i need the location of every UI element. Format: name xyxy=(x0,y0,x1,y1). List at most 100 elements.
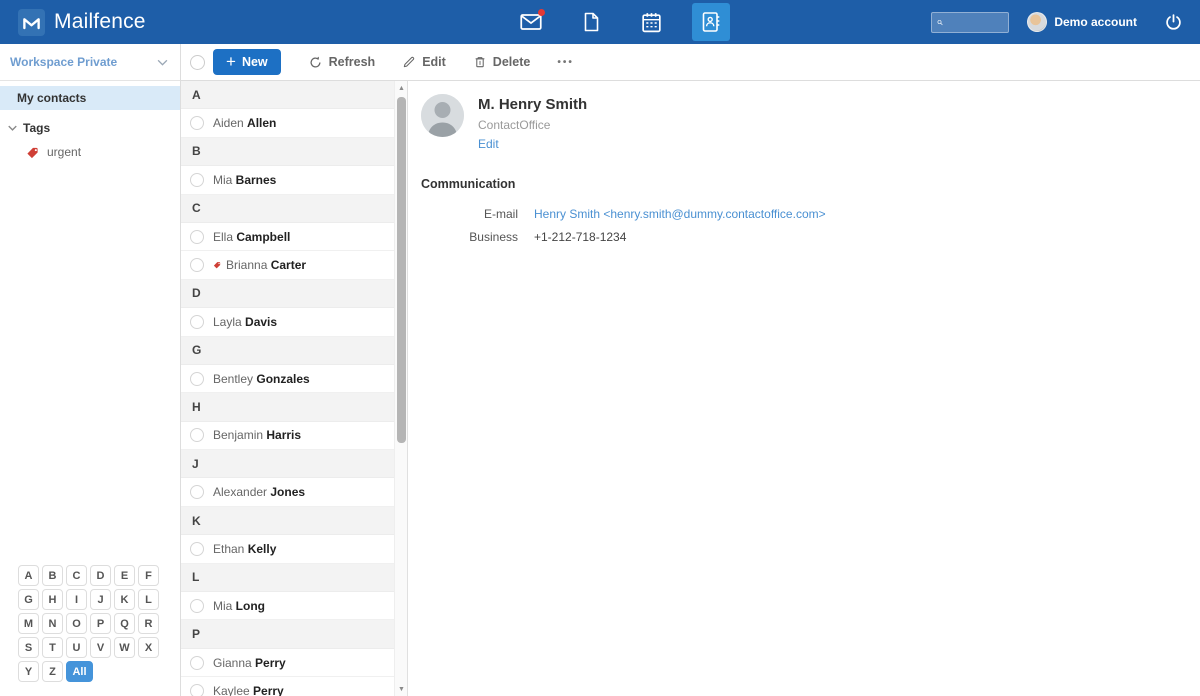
alpha-filter-V[interactable]: V xyxy=(90,637,111,658)
sidebar-tag-urgent[interactable]: urgent xyxy=(0,142,180,162)
search-box[interactable] xyxy=(931,12,1009,33)
content: Workspace Private My contacts Tags urgen… xyxy=(0,44,1200,696)
contact-row-layla-davis[interactable]: Layla Davis xyxy=(181,308,394,336)
contact-name-label: Brianna Carter xyxy=(226,258,306,272)
refresh-button[interactable]: Refresh xyxy=(308,55,376,70)
contact-row-benjamin-harris[interactable]: Benjamin Harris xyxy=(181,422,394,450)
alpha-filter-G[interactable]: G xyxy=(18,589,39,610)
plus-icon: + xyxy=(226,53,236,70)
contact-checkbox[interactable] xyxy=(190,428,204,442)
contact-row-brianna-carter[interactable]: Brianna Carter xyxy=(181,251,394,279)
alpha-filter-H[interactable]: H xyxy=(42,589,63,610)
brand-logo[interactable]: Mailfence xyxy=(0,9,320,36)
alpha-filter-S[interactable]: S xyxy=(18,637,39,658)
alpha-filter-D[interactable]: D xyxy=(90,565,111,586)
alpha-filter-L[interactable]: L xyxy=(138,589,159,610)
contact-checkbox[interactable] xyxy=(190,258,204,272)
nav-contacts-button[interactable] xyxy=(692,3,730,41)
contact-checkbox[interactable] xyxy=(190,173,204,187)
contact-row-kaylee-perry[interactable]: Kaylee Perry xyxy=(181,677,394,696)
contact-checkbox[interactable] xyxy=(190,684,204,696)
scroll-up-arrow[interactable]: ▲ xyxy=(395,81,408,95)
contact-row-gianna-perry[interactable]: Gianna Perry xyxy=(181,649,394,677)
contact-name-label: Benjamin Harris xyxy=(213,428,301,442)
contact-checkbox[interactable] xyxy=(190,542,204,556)
search-input[interactable] xyxy=(947,16,1003,28)
alpha-filter-R[interactable]: R xyxy=(138,613,159,634)
body-row: AAiden AllenBMia BarnesCElla CampbellBri… xyxy=(181,81,1200,696)
contact-row-bentley-gonzales[interactable]: Bentley Gonzales xyxy=(181,365,394,393)
detail-header: M. Henry Smith ContactOffice Edit xyxy=(421,94,1200,153)
sidebar-tags-toggle[interactable]: Tags xyxy=(0,118,180,138)
contact-name-label: Alexander Jones xyxy=(213,485,305,499)
alpha-filter-I[interactable]: I xyxy=(66,589,87,610)
alpha-filter-X[interactable]: X xyxy=(138,637,159,658)
alpha-filter-J[interactable]: J xyxy=(90,589,111,610)
edit-button[interactable]: Edit xyxy=(402,55,446,69)
contact-checkbox[interactable] xyxy=(190,372,204,386)
delete-button[interactable]: Delete xyxy=(473,55,531,69)
contact-checkbox[interactable] xyxy=(190,599,204,613)
logout-button[interactable] xyxy=(1163,12,1184,33)
contact-checkbox[interactable] xyxy=(190,230,204,244)
topbar-nav xyxy=(512,0,730,44)
alphabet-filter: ABCDEF GHIJKL MNOPQR STUVWX YZAll xyxy=(18,565,164,682)
nav-mail-button[interactable] xyxy=(512,3,550,41)
contact-name-label: Ella Campbell xyxy=(213,230,290,244)
alpha-filter-P[interactable]: P xyxy=(90,613,111,634)
nav-calendar-button[interactable] xyxy=(632,3,670,41)
more-actions-button[interactable]: ••• xyxy=(557,57,574,68)
contact-row-ethan-kelly[interactable]: Ethan Kelly xyxy=(181,535,394,563)
detail-header-text: M. Henry Smith ContactOffice Edit xyxy=(478,94,587,153)
contact-row-ella-campbell[interactable]: Ella Campbell xyxy=(181,223,394,251)
alpha-filter-C[interactable]: C xyxy=(66,565,87,586)
sidebar-item-my-contacts[interactable]: My contacts xyxy=(0,86,180,110)
email-link[interactable]: Henry Smith <henry.smith@dummy.contactof… xyxy=(534,207,826,221)
contact-photo xyxy=(421,94,464,137)
alpha-filter-Z[interactable]: Z xyxy=(42,661,63,682)
alpha-filter-F[interactable]: F xyxy=(138,565,159,586)
contact-checkbox[interactable] xyxy=(190,485,204,499)
letter-header-C: C xyxy=(181,195,394,223)
contact-checkbox[interactable] xyxy=(190,315,204,329)
contact-row-mia-barnes[interactable]: Mia Barnes xyxy=(181,166,394,194)
contact-row-mia-long[interactable]: Mia Long xyxy=(181,592,394,620)
new-contact-button[interactable]: + New xyxy=(213,49,281,75)
search-icon xyxy=(937,16,943,29)
alpha-filter-W[interactable]: W xyxy=(114,637,135,658)
select-all-checkbox[interactable] xyxy=(190,55,205,70)
contact-checkbox[interactable] xyxy=(190,116,204,130)
edit-contact-link[interactable]: Edit xyxy=(478,137,499,151)
alpha-filter-E[interactable]: E xyxy=(114,565,135,586)
alpha-filter-U[interactable]: U xyxy=(66,637,87,658)
alpha-filter-N[interactable]: N xyxy=(42,613,63,634)
scroll-down-arrow[interactable]: ▼ xyxy=(395,682,408,696)
contact-checkbox[interactable] xyxy=(190,656,204,670)
contact-list-panel: AAiden AllenBMia BarnesCElla CampbellBri… xyxy=(181,81,408,696)
contact-name-label: Mia Barnes xyxy=(213,173,276,187)
contact-row-alexander-jones[interactable]: Alexander Jones xyxy=(181,478,394,506)
letter-header-K: K xyxy=(181,507,394,535)
nav-documents-button[interactable] xyxy=(572,3,610,41)
alpha-filter-Y[interactable]: Y xyxy=(18,661,39,682)
detail-field-business: Business+1-212-718-1234 xyxy=(421,230,1200,244)
alpha-filter-K[interactable]: K xyxy=(114,589,135,610)
list-scrollbar: ▲ ▼ xyxy=(394,81,407,696)
alpha-filter-A[interactable]: A xyxy=(18,565,39,586)
alpha-filter-all[interactable]: All xyxy=(66,661,93,682)
workspace-selector[interactable]: Workspace Private xyxy=(0,44,180,81)
alpha-filter-Q[interactable]: Q xyxy=(114,613,135,634)
alpha-filter-T[interactable]: T xyxy=(42,637,63,658)
contact-row-aiden-allen[interactable]: Aiden Allen xyxy=(181,109,394,137)
scrollbar-thumb[interactable] xyxy=(397,97,406,443)
mailfence-logo-icon xyxy=(18,9,45,36)
alpha-filter-O[interactable]: O xyxy=(66,613,87,634)
contact-name-label: Ethan Kelly xyxy=(213,542,276,556)
account-menu[interactable]: Demo account xyxy=(1027,12,1137,32)
tag-list: urgent xyxy=(0,142,180,162)
main: + New Refresh Edit Delete ••• xyxy=(181,44,1200,696)
alpha-filter-M[interactable]: M xyxy=(18,613,39,634)
chevron-down-icon xyxy=(157,59,168,66)
tag-label: urgent xyxy=(47,145,81,159)
alpha-filter-B[interactable]: B xyxy=(42,565,63,586)
